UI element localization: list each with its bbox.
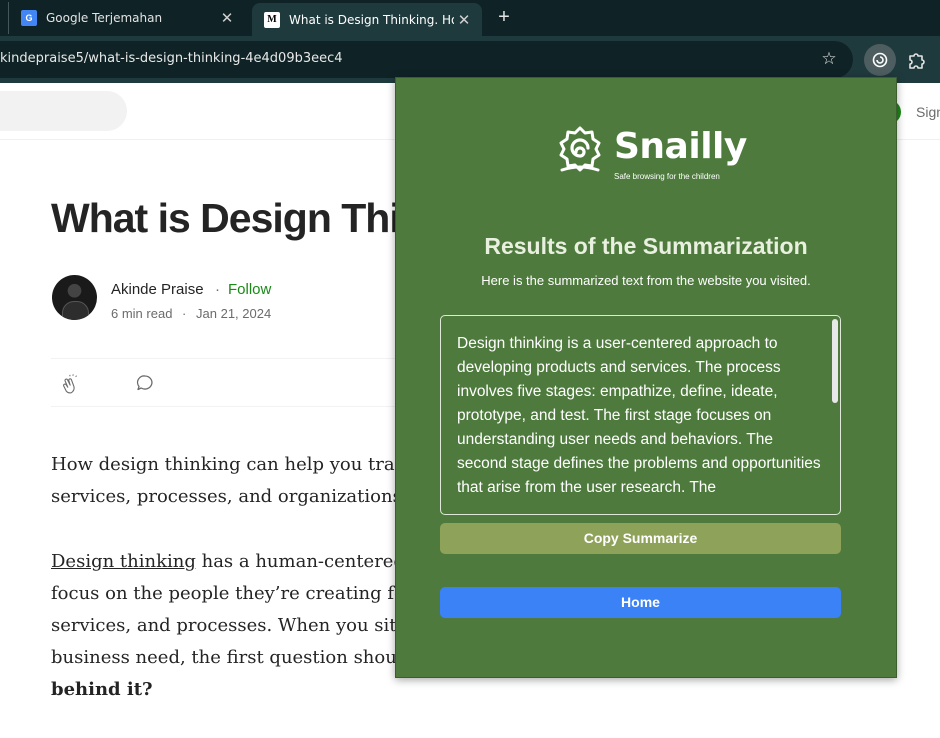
close-tab-icon[interactable]: ✕ (454, 11, 474, 29)
bookmark-star-icon[interactable]: ☆ (818, 48, 840, 70)
clap-icon[interactable] (60, 373, 82, 395)
separator-dot: · (215, 281, 220, 298)
close-tab-icon[interactable]: ✕ (217, 9, 237, 27)
snailly-popup: Snailly Safe browsing for the children R… (395, 77, 897, 678)
popup-heading: Results of the Summarization (484, 233, 808, 259)
tab-title: Google Terjemahan (46, 11, 163, 25)
meta-dot: · (182, 306, 187, 321)
snailly-extension-button[interactable] (864, 44, 896, 76)
medium-icon: M (264, 11, 280, 28)
sign-in-link[interactable]: Sign (916, 104, 940, 120)
paragraph-line: Design thinking has a human-centered (51, 546, 405, 578)
brand-name: Snailly (614, 126, 747, 167)
article-title: What is Design Thi (51, 195, 401, 241)
tab-medium-article[interactable]: M What is Design Thinking. How d ✕ (252, 3, 482, 36)
browser-toolbar: kindepraise5/what-is-design-thinking-4e4… (0, 36, 940, 83)
tab-title: What is Design Thinking. How d (289, 12, 454, 27)
snailly-extension-icon (872, 52, 888, 68)
paragraph-text: has a human-centered (195, 551, 405, 572)
action-bar-bottom-divider (51, 406, 411, 407)
paragraph-line: How design thinking can help you tran (51, 454, 407, 475)
copy-summarize-button[interactable]: Copy Summarize (440, 523, 841, 554)
paragraph-line: focus on the people they’re creating for (51, 583, 414, 604)
brand-tagline: Safe browsing for the children (614, 172, 720, 181)
summary-scrollbar[interactable] (832, 319, 838, 403)
popup-subheading: Here is the summarized text from the web… (481, 273, 811, 288)
comment-icon[interactable] (135, 373, 155, 393)
follow-link[interactable]: Follow (228, 281, 271, 298)
paragraph-line: services, processes, and organizations. (51, 486, 408, 507)
snailly-logo-icon (559, 126, 601, 172)
extensions-puzzle-icon[interactable] (905, 48, 929, 72)
publish-date: Jan 21, 2024 (196, 306, 272, 321)
paragraph-line: services, and processes. When you sit d (51, 615, 414, 636)
new-tab-button[interactable]: + (493, 6, 515, 28)
author-avatar[interactable] (52, 275, 97, 320)
author-name[interactable]: Akinde Praise (111, 281, 204, 298)
bold-text: behind it? (51, 679, 153, 700)
url-text[interactable]: kindepraise5/what-is-design-thinking-4e4… (0, 51, 343, 66)
summary-text: Design thinking is a user-centered appro… (457, 335, 821, 496)
search-input[interactable] (0, 91, 127, 131)
design-thinking-link[interactable]: Design thinking (51, 551, 196, 572)
home-button[interactable]: Home (440, 587, 841, 618)
paragraph-line: business need, the first question should (51, 647, 415, 668)
tab-google-translate[interactable]: G Google Terjemahan ✕ (8, 2, 245, 34)
paragraph-line: behind it? (51, 674, 153, 706)
article-meta: 6 min read · Jan 21, 2024 (111, 306, 277, 321)
summary-textbox[interactable]: Design thinking is a user-centered appro… (440, 315, 841, 515)
action-bar-top-divider (51, 358, 411, 359)
google-translate-icon: G (21, 10, 37, 26)
read-time: 6 min read (111, 306, 173, 321)
tab-strip: G Google Terjemahan ✕ M What is Design T… (0, 0, 940, 36)
